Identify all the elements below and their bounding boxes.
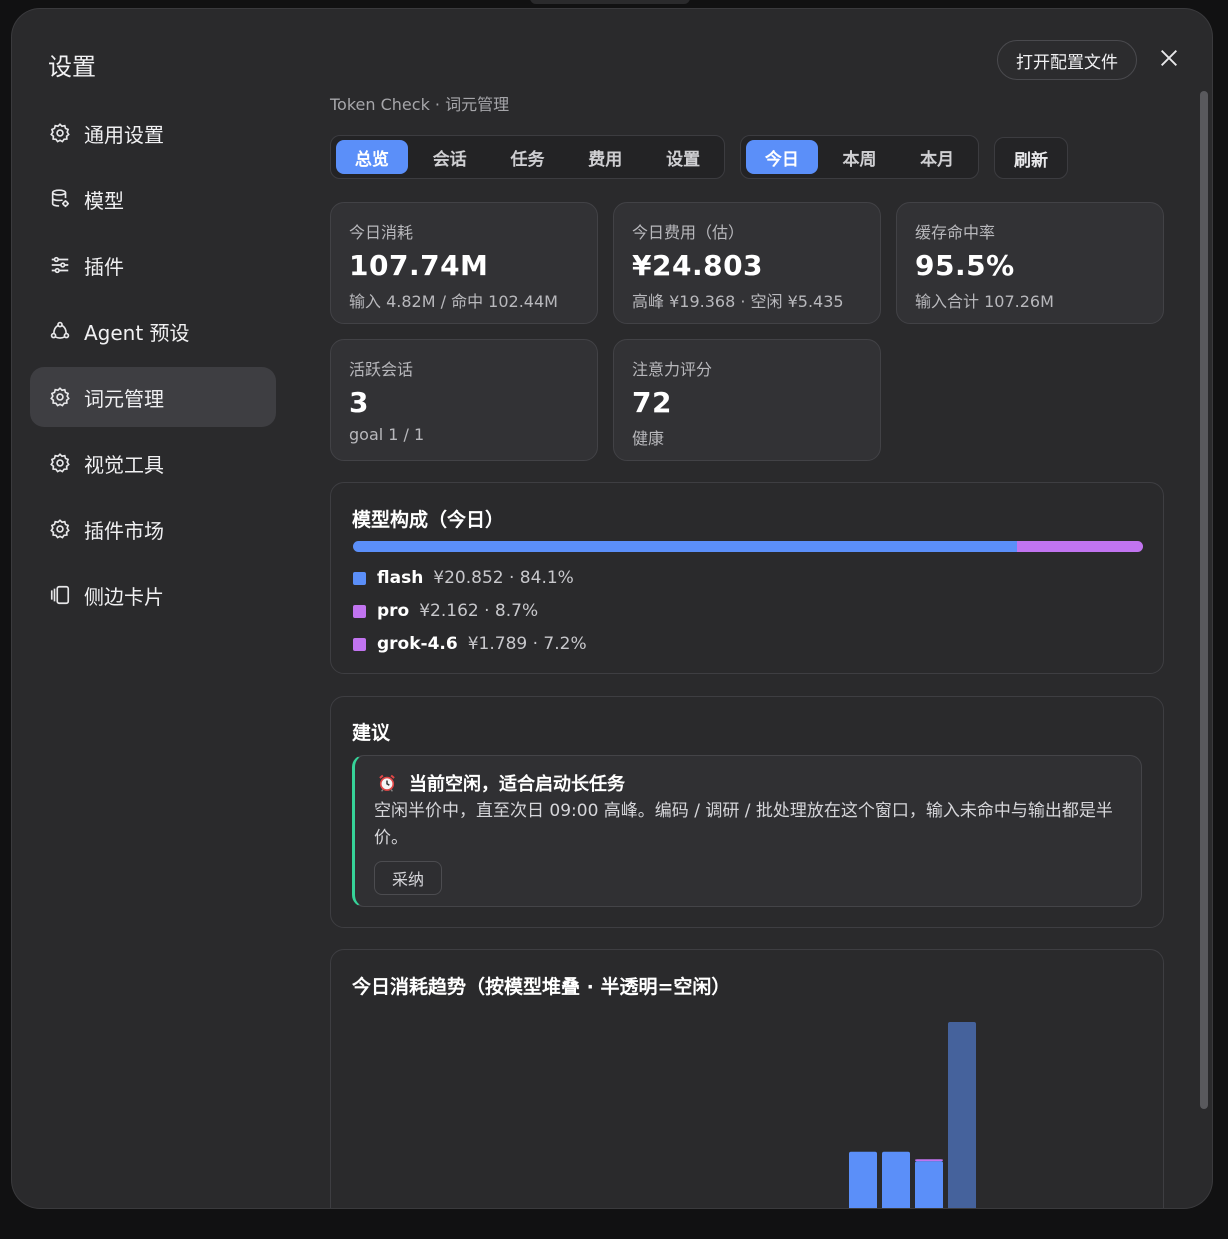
legend-swatch (353, 571, 366, 585)
legend-item: pro ¥2.162 · 8.7% (353, 601, 538, 621)
stat-value: ¥24.803 (632, 249, 764, 282)
range-week[interactable]: 本周 (824, 140, 896, 174)
cards-icon (48, 583, 72, 607)
suggestion-body: 空闲半价中，直至次日 09:00 高峰。编码 / 调研 / 批处理放在这个窗口，… (374, 801, 1113, 848)
trend-bar-pro (915, 1159, 943, 1162)
model-detail: ¥2.162 · 8.7% (419, 601, 539, 621)
range-month[interactable]: 本月 (901, 140, 973, 174)
model-share-segment (1086, 541, 1143, 552)
tab-settings[interactable]: 设置 (647, 140, 719, 174)
adopt-button[interactable]: 采纳 (374, 861, 442, 895)
view-tabs: 总览 会话 任务 费用 设置 (330, 135, 725, 179)
model-detail: ¥1.789 · 7.2% (467, 634, 587, 654)
token-management-content: Token Check · 词元管理 总览 会话 任务 费用 设置 今日 本周 … (330, 9, 1164, 1208)
sidebar-item-side-cards[interactable]: 侧边卡片 (30, 565, 276, 625)
stat-card-cost: 今日费用（估） ¥24.803 高峰 ¥19.368 · 空闲 ¥5.435 (613, 202, 881, 324)
stat-value: 95.5% (915, 249, 1015, 282)
usage-trend-chart (849, 1022, 976, 1208)
sidebar-item-models[interactable]: 模型 (30, 169, 276, 229)
stat-value: 107.74M (349, 249, 489, 282)
tab-tasks[interactable]: 任务 (492, 140, 564, 174)
legend-swatch (353, 637, 366, 651)
gear-icon (48, 121, 72, 145)
sliders-icon (48, 253, 72, 277)
suggestion-panel: 建议 当前空闲，适合启动长任务 空闲半价中，直至次日 09:00 高峰。编码 /… (330, 696, 1164, 928)
trend-bar-flash (849, 1151, 877, 1208)
stat-sub: goal 1 / 1 (349, 425, 425, 444)
settings-modal: 设置 打开配置文件 通用设置 模型 插件 Agent 预设 词元管理 视觉工具 (12, 9, 1212, 1208)
breadcrumb: Token Check · 词元管理 (330, 95, 510, 114)
agent-cycle-icon (48, 319, 72, 343)
suggestion-card: 当前空闲，适合启动长任务 空闲半价中，直至次日 09:00 高峰。编码 / 调研… (352, 755, 1142, 907)
suggestion-headline: 当前空闲，适合启动长任务 (409, 774, 625, 795)
panel-title: 模型构成（今日） (352, 509, 505, 531)
trend-bar-flash (915, 1161, 943, 1208)
alarm-clock-icon (379, 774, 395, 792)
stat-label: 缓存命中率 (915, 223, 996, 242)
sidebar-item-agent-presets[interactable]: Agent 预设 (30, 301, 276, 361)
stat-card-attention-score: 注意力评分 72 健康 (613, 339, 881, 461)
model-share-segment (353, 541, 1018, 552)
stat-sub: 高峰 ¥19.368 · 空闲 ¥5.435 (632, 292, 844, 311)
stat-card-cache-hit: 缓存命中率 95.5% 输入合计 107.26M (896, 202, 1164, 324)
sidebar-item-label: 侧边卡片 (84, 584, 164, 609)
panel-title: 建议 (352, 722, 391, 744)
scrollbar[interactable] (1200, 91, 1208, 1109)
sidebar-item-plugin-market[interactable]: 插件市场 (30, 499, 276, 559)
stat-card-active-sessions: 活跃会话 3 goal 1 / 1 (330, 339, 598, 461)
gear-icon (48, 385, 72, 409)
gear-icon (48, 517, 72, 541)
stat-label: 今日消耗 (349, 223, 414, 242)
trend-bar-flash (882, 1151, 910, 1208)
refresh-button[interactable]: 刷新 (994, 137, 1068, 179)
legend-item: flash ¥20.852 · 84.1% (353, 568, 574, 588)
tab-sessions[interactable]: 会话 (414, 140, 486, 174)
legend-swatch (353, 604, 366, 618)
stat-sub: 健康 (632, 429, 665, 448)
stat-label: 注意力评分 (632, 360, 713, 379)
range-today[interactable]: 今日 (746, 140, 818, 174)
sidebar-item-label: 通用设置 (84, 122, 164, 147)
stat-sub: 输入合计 107.26M (915, 292, 1054, 311)
model-detail: ¥20.852 · 84.1% (433, 568, 574, 588)
model-share-segment (1017, 541, 1087, 552)
sidebar-item-label: Agent 预设 (84, 320, 190, 345)
sidebar: 通用设置 模型 插件 Agent 预设 词元管理 视觉工具 插件市场 侧边卡片 (30, 103, 276, 631)
sidebar-item-vision-tools[interactable]: 视觉工具 (30, 433, 276, 493)
stat-value: 72 (632, 386, 672, 419)
stat-label: 今日费用（估） (632, 223, 745, 242)
background-window-edge (530, 0, 690, 4)
sidebar-item-label: 词元管理 (84, 386, 164, 411)
model-composition-panel: 模型构成（今日） flash ¥20.852 · 84.1% pro ¥2.16… (330, 482, 1164, 674)
range-tabs: 今日 本周 本月 (740, 135, 979, 179)
sidebar-item-label: 插件市场 (84, 518, 164, 543)
tab-overview[interactable]: 总览 (336, 140, 408, 174)
model-name: grok-4.6 (377, 634, 458, 654)
sidebar-item-token-management[interactable]: 词元管理 (30, 367, 276, 427)
database-icon (48, 187, 72, 211)
gear-icon (48, 451, 72, 475)
sidebar-item-label: 插件 (84, 254, 124, 279)
model-name: flash (377, 568, 424, 588)
stat-label: 活跃会话 (349, 360, 414, 379)
sidebar-item-general[interactable]: 通用设置 (30, 103, 276, 163)
model-share-bar (353, 541, 1143, 552)
sidebar-item-plugins[interactable]: 插件 (30, 235, 276, 295)
legend-item: grok-4.6 ¥1.789 · 7.2% (353, 634, 587, 654)
suggestion-headline-row: 当前空闲，适合启动长任务 (377, 770, 625, 796)
modal-title: 设置 (48, 53, 96, 81)
stat-card-usage: 今日消耗 107.74M 输入 4.82M / 命中 102.44M (330, 202, 598, 324)
stat-value: 3 (349, 386, 369, 419)
trend-bar-flash (948, 1022, 976, 1208)
usage-trend-panel: 今日消耗趋势（按模型堆叠 · 半透明=空闲） (330, 949, 1164, 1208)
model-name: pro (377, 601, 410, 621)
tab-costs[interactable]: 费用 (569, 140, 641, 174)
stat-sub: 输入 4.82M / 命中 102.44M (349, 292, 558, 311)
sidebar-item-label: 视觉工具 (84, 452, 164, 477)
sidebar-item-label: 模型 (84, 188, 124, 213)
